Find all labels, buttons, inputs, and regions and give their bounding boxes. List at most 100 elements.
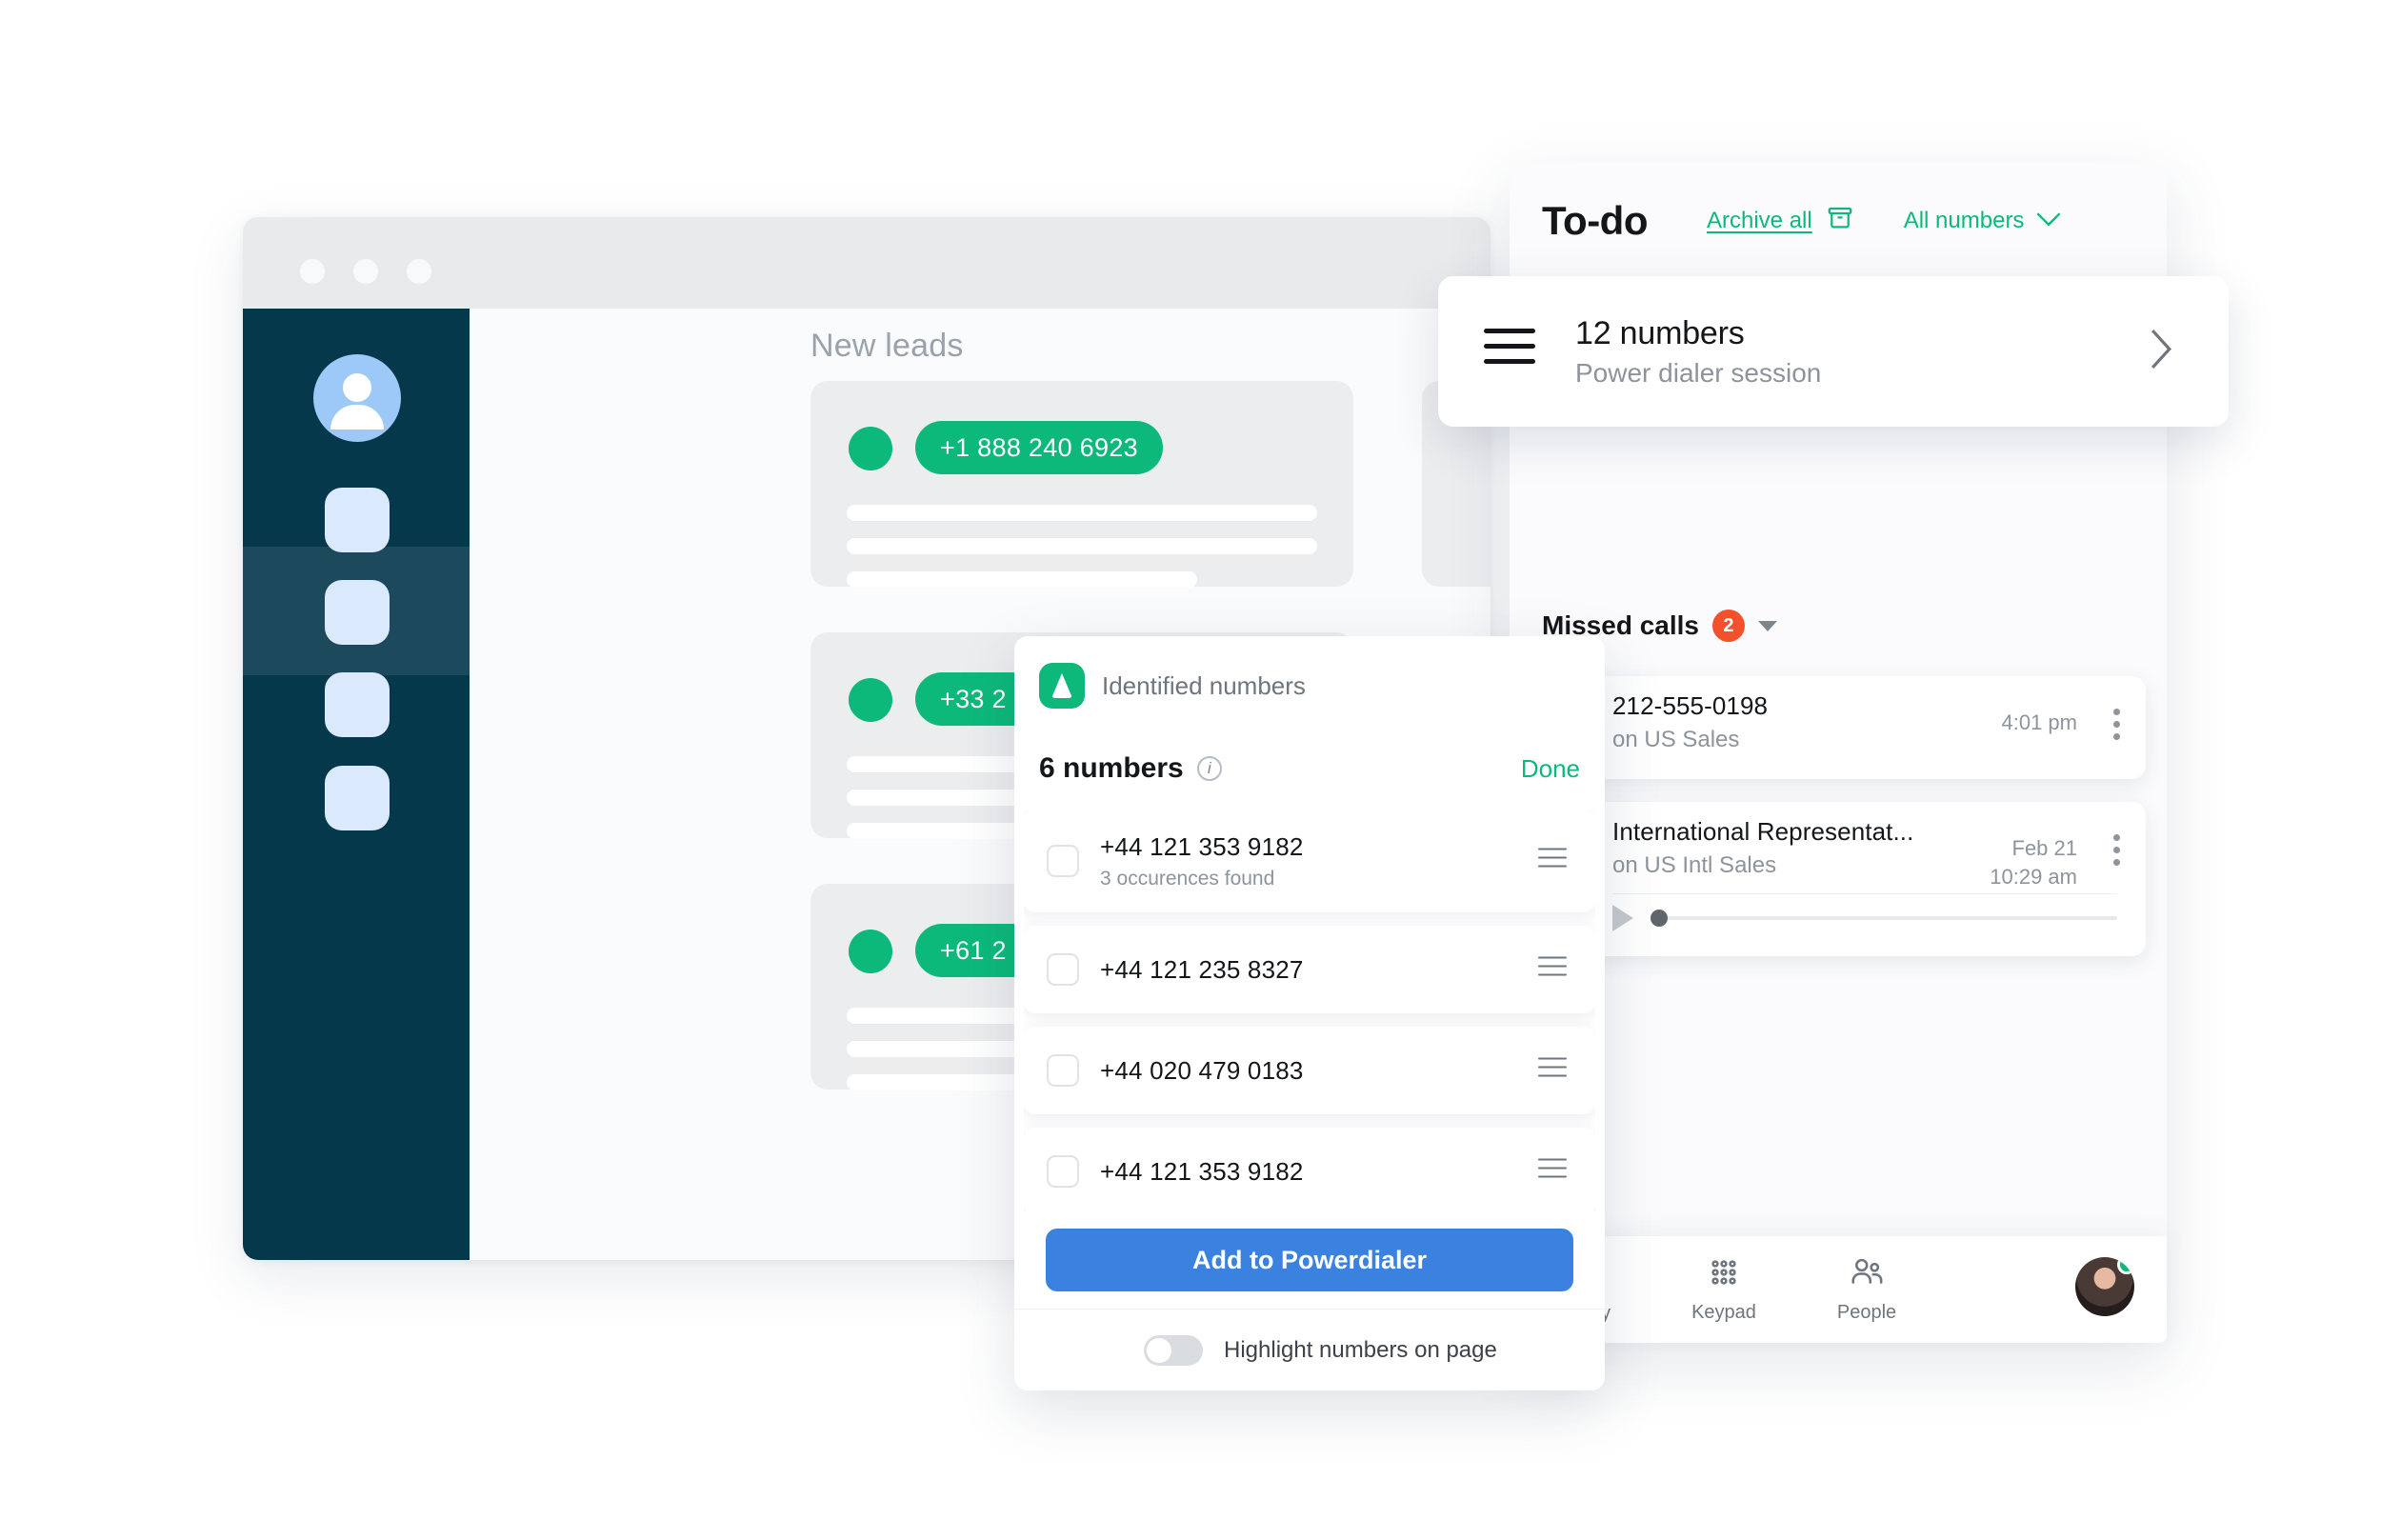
drag-handle-icon[interactable] — [1538, 1158, 1567, 1185]
playback-scrubber[interactable] — [1651, 910, 2117, 927]
scrubber-knob[interactable] — [1651, 910, 1668, 927]
sidebar-item-2[interactable] — [325, 580, 390, 645]
list-item-text: +44 121 235 8327 — [1100, 955, 1304, 985]
missed-call-title: 212-555-0198 — [1612, 691, 1769, 720]
missed-call-time: 4:01 pm — [2001, 710, 2078, 734]
phone-number: +44 121 235 8327 — [1100, 954, 1304, 984]
list-item-text: +44 121 353 9182 — [1100, 1157, 1304, 1187]
drag-handle-icon[interactable] — [1538, 848, 1567, 874]
todo-title: To-do — [1542, 198, 1649, 243]
drag-handle-icon[interactable] — [1538, 1057, 1567, 1084]
divider — [1612, 893, 2117, 894]
browser-title-bar — [243, 217, 1491, 309]
list-item[interactable]: +44 121 353 9182 3 occurences found — [1024, 810, 1595, 912]
row-menu-icon[interactable] — [2113, 834, 2121, 871]
missed-call-timestamp: Feb 21 10:29 am — [1990, 834, 2077, 890]
missed-call-row[interactable]: 212-555-0198 on US Sales 4:01 pm — [1527, 676, 2146, 779]
screenshot-stage: New leads +1 888 240 6923 +33 2 28 38 28… — [0, 0, 2381, 1540]
voicemail-player[interactable] — [1612, 905, 2117, 931]
tab-people[interactable]: People — [1795, 1255, 1938, 1324]
number-filter-label: All numbers — [1903, 208, 2025, 233]
missed-calls-count-badge: 2 — [1711, 610, 1745, 642]
sidebar-item-3[interactable] — [325, 672, 390, 737]
agent-avatar[interactable] — [2075, 1257, 2134, 1316]
list-item[interactable]: +44 020 479 0183 — [1024, 1027, 1595, 1114]
play-icon[interactable] — [1612, 905, 1633, 931]
todo-header: To-do Archive all All numbers — [1510, 162, 2167, 280]
archive-all-label: Archive all — [1707, 208, 1812, 233]
number-filter-dropdown[interactable]: All numbers — [1904, 208, 2063, 234]
page-title: New leads — [810, 328, 964, 364]
list-item-text: +44 020 479 0183 — [1100, 1056, 1304, 1086]
sidebar-item-4[interactable] — [325, 766, 390, 830]
identified-numbers-count: 6 numbers — [1039, 752, 1184, 784]
row-menu-icon[interactable] — [2113, 709, 2121, 746]
chevron-down-icon[interactable] — [1757, 620, 1777, 631]
missed-call-row[interactable]: International Representat... on US Intl … — [1527, 802, 2146, 956]
chevron-down-icon — [2035, 208, 2062, 234]
lead-status-dot — [849, 930, 892, 973]
add-to-powerdialer-button[interactable]: Add to Powerdialer — [1046, 1229, 1573, 1291]
row-checkbox[interactable] — [1047, 845, 1079, 877]
power-dialer-subtitle: Power dialer session — [1575, 357, 1822, 388]
app-sidebar — [243, 309, 470, 1260]
window-maximize-dot[interactable] — [407, 259, 431, 284]
missed-call-subtitle: on US Sales — [1612, 727, 1740, 752]
phone-number: +44 121 353 9182 — [1100, 831, 1304, 861]
tab-keypad-label: Keypad — [1691, 1302, 1756, 1323]
identified-numbers-count-row: 6 numbers i Done — [1039, 752, 1580, 785]
missed-call-text: 212-555-0198 on US Sales — [1612, 691, 1768, 753]
tab-people-label: People — [1836, 1302, 1897, 1323]
identified-numbers-footer: Add to Powerdialer — [1014, 1211, 1605, 1309]
phone-number: +44 121 353 9182 — [1100, 1156, 1304, 1186]
lead-status-dot — [849, 427, 892, 470]
toggle-knob — [1147, 1337, 1171, 1363]
missed-call-title: International Representat... — [1612, 817, 1914, 846]
bottom-tab-bar: History Keypad — [1510, 1236, 2167, 1343]
tab-keypad[interactable]: Keypad — [1652, 1255, 1795, 1324]
window-close-dot[interactable] — [300, 259, 325, 284]
missed-call-text: International Representat... on US Intl … — [1612, 817, 1913, 879]
avatar-head-shape — [343, 373, 371, 402]
sidebar-item-1[interactable] — [325, 488, 390, 552]
power-dialer-card[interactable]: 12 numbers Power dialer session — [1438, 276, 2229, 427]
chevron-right-icon[interactable] — [2149, 328, 2173, 376]
row-checkbox[interactable] — [1047, 953, 1079, 986]
aircall-logo-icon — [1039, 663, 1085, 709]
people-icon — [1848, 1255, 1886, 1294]
identified-numbers-list[interactable]: +44 121 353 9182 3 occurences found +44 … — [1024, 810, 1595, 1211]
list-item[interactable]: +44 121 353 9182 — [1024, 1128, 1595, 1211]
archive-box-icon — [1826, 204, 1854, 239]
highlight-numbers-toggle[interactable] — [1144, 1334, 1203, 1366]
info-icon[interactable]: i — [1196, 756, 1222, 781]
lead-card[interactable]: +1 888 240 6923 — [810, 381, 1353, 588]
missed-call-date: Feb 21 — [2011, 836, 2078, 860]
presence-online-indicator — [2117, 1257, 2134, 1274]
highlight-numbers-label: Highlight numbers on page — [1224, 1336, 1497, 1363]
keypad-icon — [1707, 1255, 1741, 1294]
row-checkbox[interactable] — [1047, 1054, 1079, 1087]
list-item[interactable]: +44 121 235 8327 — [1024, 926, 1595, 1013]
occurrence-count: 3 occurences found — [1100, 867, 1275, 890]
row-checkbox[interactable] — [1047, 1155, 1079, 1188]
missed-call-time: 10:29 am — [1990, 864, 2077, 889]
avatar-body-shape — [330, 405, 384, 430]
drag-handle-icon[interactable] — [1538, 956, 1567, 983]
power-dialer-title: 12 numbers — [1575, 314, 1745, 351]
window-minimize-dot[interactable] — [353, 259, 378, 284]
lead-status-dot — [849, 678, 892, 722]
archive-all-button[interactable]: Archive all — [1707, 204, 1854, 239]
list-item-text: +44 121 353 9182 3 occurences found — [1100, 832, 1304, 890]
lead-skeleton-line — [847, 571, 1197, 588]
lead-skeleton-line — [847, 505, 1317, 521]
missed-call-subtitle: on US Intl Sales — [1612, 852, 1777, 878]
hamburger-icon[interactable] — [1484, 329, 1535, 374]
phone-number: +44 020 479 0183 — [1100, 1055, 1304, 1085]
highlight-numbers-row[interactable]: Highlight numbers on page — [1014, 1309, 1605, 1390]
power-dialer-text: 12 numbers Power dialer session — [1575, 315, 1821, 389]
identified-numbers-label: Identified numbers — [1102, 670, 1306, 700]
identified-numbers-panel: Identified numbers 6 numbers i Done +44 … — [1014, 636, 1605, 1390]
avatar[interactable] — [313, 354, 401, 442]
lead-phone-pill[interactable]: +1 888 240 6923 — [915, 421, 1163, 474]
done-button[interactable]: Done — [1521, 754, 1580, 784]
